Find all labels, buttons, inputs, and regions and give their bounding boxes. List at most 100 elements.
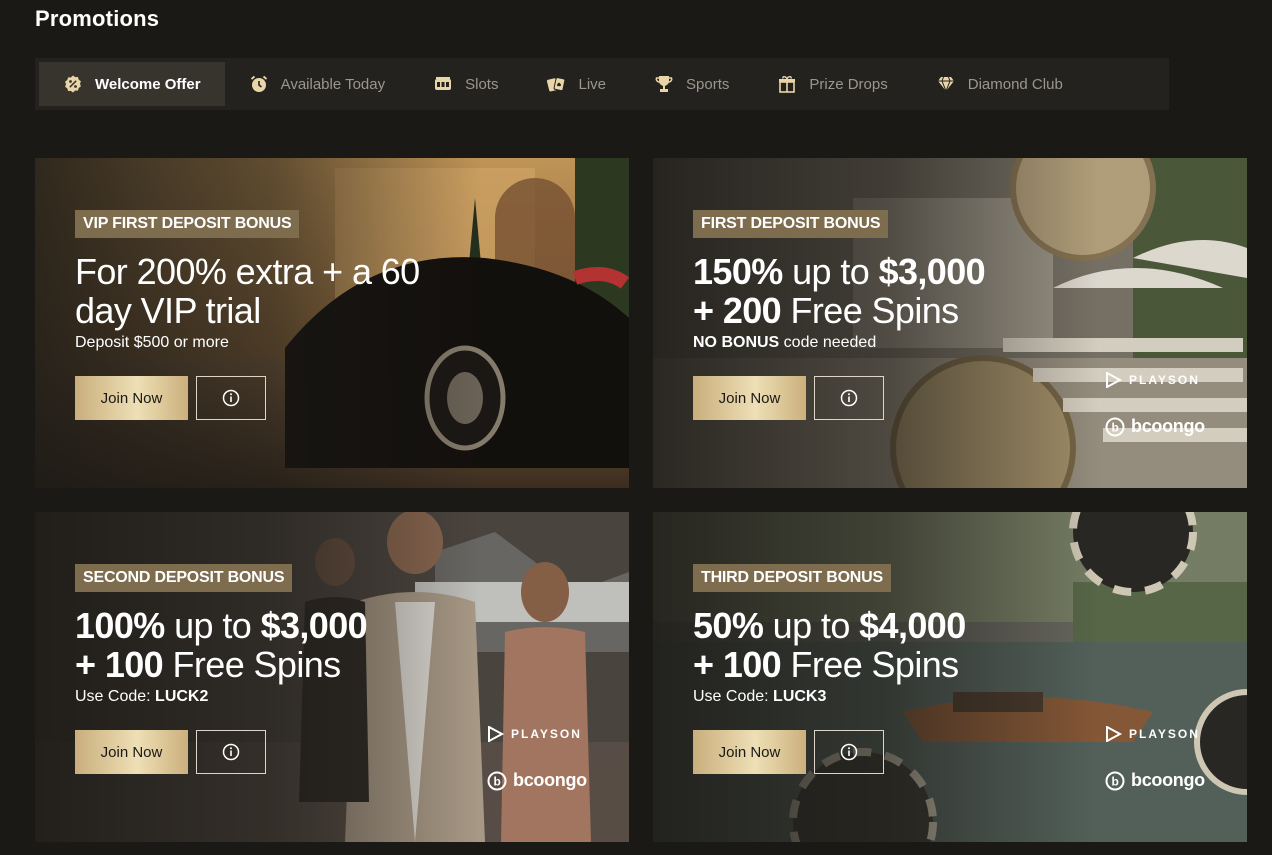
promo-card-second-deposit: SECOND DEPOSIT BONUS 100% up to $3,000 +…: [35, 512, 629, 842]
provider-name: bcoongo: [1131, 416, 1205, 436]
headline-percent: 150%: [693, 251, 783, 292]
promo-code: LUCK3: [773, 688, 827, 705]
tab-welcome-offer[interactable]: Welcome Offer: [39, 62, 225, 106]
info-button[interactable]: [196, 376, 266, 420]
tab-available-today[interactable]: Available Today: [225, 62, 410, 106]
headline-amount: $4,000: [859, 605, 966, 646]
promo-subtext: NO BONUS code needed: [693, 334, 985, 352]
gift-icon: [777, 74, 797, 94]
headline-spins-text: Free Spins: [781, 644, 959, 685]
trophy-icon: [654, 74, 674, 94]
info-button[interactable]: [814, 376, 884, 420]
svg-text:b: b: [1111, 774, 1118, 788]
promo-badge: VIP FIRST DEPOSIT BONUS: [75, 210, 300, 238]
tab-diamond-club[interactable]: Diamond Club: [912, 62, 1087, 106]
provider-logo-boongo: b bcoongo: [487, 770, 587, 791]
headline-mid: up to: [782, 251, 879, 292]
tab-label: Available Today: [280, 75, 386, 93]
subtext-plain: Use Code:: [693, 688, 774, 705]
provider-logo-boongo: b bcoongo: [1105, 770, 1205, 791]
promo-content: FIRST DEPOSIT BONUS 150% up to $3,000 + …: [693, 210, 986, 420]
playing-cards-icon: [546, 74, 566, 94]
headline-line-2: day VIP trial: [75, 290, 261, 331]
boongo-logo-icon: b: [1105, 771, 1125, 790]
join-now-button[interactable]: Join Now: [75, 730, 188, 774]
slot-machine-icon: [433, 74, 453, 94]
info-button[interactable]: [814, 730, 884, 774]
info-button[interactable]: [196, 730, 266, 774]
info-icon: [222, 743, 240, 761]
tab-label: Slots: [465, 75, 499, 93]
subtext-plain: Use Code:: [75, 688, 156, 705]
tab-prize-drops[interactable]: Prize Drops: [753, 62, 911, 106]
tab-slots[interactable]: Slots: [409, 62, 522, 106]
headline-mid: up to: [763, 605, 860, 646]
promo-content: THIRD DEPOSIT BONUS 50% up to $4,000 + 1…: [693, 564, 966, 774]
join-now-button[interactable]: Join Now: [693, 376, 806, 420]
promo-badge: THIRD DEPOSIT BONUS: [693, 564, 891, 592]
provider-name: PLAYSON: [1129, 373, 1200, 387]
percent-badge-icon: [63, 74, 83, 94]
diamond-icon: [936, 74, 956, 94]
promo-subtext: Use Code: LUCK2: [75, 688, 367, 706]
subtext-plain: code needed: [779, 334, 877, 351]
promo-code: LUCK2: [155, 688, 209, 705]
promo-card-third-deposit: THIRD DEPOSIT BONUS 50% up to $4,000 + 1…: [653, 512, 1247, 842]
info-icon: [222, 389, 240, 407]
join-now-button[interactable]: Join Now: [75, 376, 188, 420]
tab-label: Diamond Club: [967, 75, 1063, 93]
headline-spins-text: Free Spins: [781, 290, 959, 331]
playson-logo-icon: [488, 726, 505, 742]
promo-headline: 50% up to $4,000 + 100 Free Spins: [693, 606, 966, 684]
promo-card-vip-first-deposit: VIP FIRST DEPOSIT BONUS For 200% extra +…: [35, 158, 629, 488]
headline-line-2: + 200 Free Spins: [693, 291, 985, 330]
promo-subtext: Use Code: LUCK3: [693, 688, 966, 706]
headline-spins-count: + 200: [693, 290, 782, 331]
playson-logo-icon: [1106, 372, 1123, 388]
headline-spins-text: Free Spins: [163, 644, 341, 685]
promo-actions: Join Now: [75, 376, 420, 420]
headline-amount: $3,000: [878, 251, 986, 292]
promo-badge: FIRST DEPOSIT BONUS: [693, 210, 889, 238]
provider-logo-playson: PLAYSON: [487, 726, 582, 742]
tab-label: Live: [578, 75, 607, 93]
join-now-button[interactable]: Join Now: [693, 730, 806, 774]
promo-headline: 150% up to $3,000 + 200 Free Spins: [693, 251, 986, 330]
provider-name: PLAYSON: [1129, 727, 1200, 741]
promo-subtext: Deposit $500 or more: [75, 334, 229, 351]
headline-mid: up to: [164, 605, 261, 646]
headline-line-1: 150% up to $3,000: [693, 251, 986, 292]
promo-card-first-deposit: FIRST DEPOSIT BONUS 150% up to $3,000 + …: [653, 158, 1247, 488]
tab-label: Prize Drops: [809, 75, 888, 93]
promo-badge: SECOND DEPOSIT BONUS: [75, 564, 293, 592]
subtext-bold: NO BONUS: [693, 334, 780, 351]
boongo-logo-icon: b: [487, 771, 507, 790]
headline-amount: $3,000: [260, 605, 368, 646]
promo-tabs: Welcome Offer Available Today Slots Live…: [35, 58, 1169, 110]
headline-percent: 100%: [75, 605, 165, 646]
promo-content: VIP FIRST DEPOSIT BONUS For 200% extra +…: [75, 210, 420, 420]
promo-actions: Join Now: [693, 730, 966, 774]
headline-line-2: + 100 Free Spins: [693, 645, 966, 684]
headline-spins-count: + 100: [693, 644, 782, 685]
alarm-clock-icon: [249, 74, 269, 94]
promo-headline: For 200% extra + a 60 day VIP trial: [75, 252, 420, 330]
info-icon: [840, 743, 858, 761]
provider-logo-playson: PLAYSON: [1105, 372, 1200, 388]
provider-name: bcoongo: [1131, 770, 1205, 790]
provider-logo-boongo: b bcoongo: [1105, 416, 1205, 437]
headline-percent: 50%: [693, 605, 764, 646]
headline-spins-count: + 100: [75, 644, 164, 685]
promo-headline: 100% up to $3,000 + 100 Free Spins: [75, 605, 368, 685]
tab-label: Sports: [686, 75, 730, 93]
promo-content: SECOND DEPOSIT BONUS 100% up to $3,000 +…: [75, 564, 368, 774]
info-icon: [840, 389, 858, 407]
svg-text:b: b: [1111, 420, 1118, 434]
headline-line-1: For 200% extra + a 60: [75, 251, 420, 292]
tab-live[interactable]: Live: [522, 62, 630, 106]
page-title: Promotions: [35, 6, 160, 31]
tab-sports[interactable]: Sports: [630, 62, 753, 106]
tab-label: Welcome Offer: [95, 75, 201, 93]
promo-actions: Join Now: [75, 730, 367, 774]
provider-logo-playson: PLAYSON: [1105, 726, 1200, 742]
